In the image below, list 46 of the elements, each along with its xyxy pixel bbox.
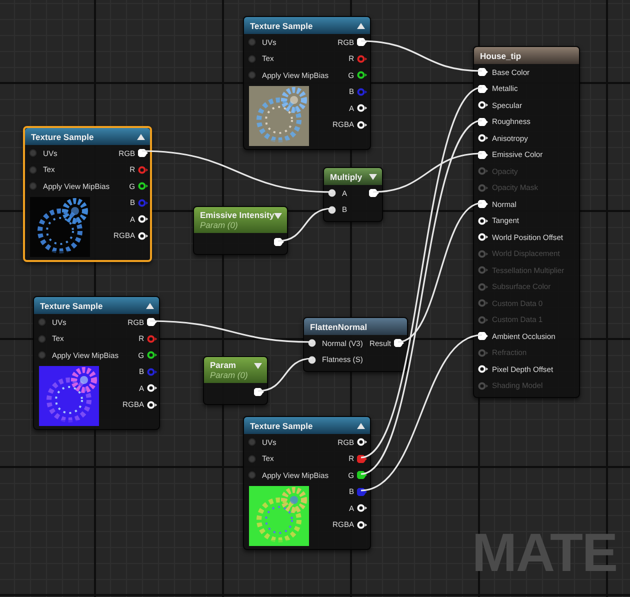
node-title: House_tip bbox=[480, 50, 522, 60]
pin-icon[interactable] bbox=[357, 438, 368, 446]
node-title: Texture Sample bbox=[250, 20, 314, 30]
pin-icon[interactable] bbox=[147, 351, 158, 360]
pin-icon[interactable] bbox=[328, 206, 338, 214]
node-title: Texture Sample bbox=[250, 420, 314, 430]
pin-icon[interactable] bbox=[138, 232, 148, 240]
pin-icon[interactable] bbox=[357, 520, 368, 529]
collapse-arrow-icon[interactable] bbox=[369, 174, 377, 180]
collapse-arrow-icon[interactable] bbox=[146, 303, 154, 309]
node-title: Texture Sample bbox=[40, 300, 104, 310]
node-title: Multiply bbox=[330, 172, 364, 182]
collapse-arrow-icon[interactable] bbox=[274, 213, 282, 219]
node-title: FlattenNormal bbox=[310, 322, 368, 332]
wire bbox=[258, 358, 312, 392]
node-subtitle: Param (0) bbox=[210, 370, 249, 380]
pin-icon[interactable] bbox=[357, 104, 368, 112]
pin-icon[interactable] bbox=[147, 384, 158, 392]
pin-icon[interactable] bbox=[478, 216, 488, 225]
collapse-arrow-icon[interactable] bbox=[357, 23, 365, 29]
pin-icon[interactable] bbox=[478, 233, 488, 242]
pin-icon[interactable] bbox=[357, 120, 368, 129]
node-title: Param bbox=[210, 360, 237, 370]
pin-icon[interactable] bbox=[328, 189, 338, 198]
pin-icon[interactable] bbox=[357, 454, 368, 463]
pin-icon[interactable] bbox=[357, 488, 368, 496]
pin-icon[interactable] bbox=[308, 339, 318, 348]
graph-watermark: MATE bbox=[472, 526, 617, 580]
pin-icon[interactable] bbox=[357, 471, 368, 480]
pin-icon[interactable] bbox=[357, 71, 368, 80]
pin-icon[interactable] bbox=[478, 365, 488, 374]
pin-icon[interactable] bbox=[478, 134, 488, 142]
node-subtitle: Param (0) bbox=[200, 220, 239, 230]
pin-icon[interactable] bbox=[147, 400, 158, 409]
pin-icon[interactable] bbox=[308, 356, 318, 364]
node-title: Emissive Intensity bbox=[200, 210, 273, 220]
pin-icon[interactable] bbox=[138, 215, 148, 224]
collapse-arrow-icon[interactable] bbox=[357, 423, 365, 429]
pin-icon[interactable] bbox=[138, 182, 148, 190]
node-card[interactable] bbox=[473, 46, 580, 398]
node-title: Texture Sample bbox=[31, 132, 95, 142]
collapse-arrow-icon[interactable] bbox=[254, 363, 262, 369]
collapse-arrow-icon[interactable] bbox=[137, 134, 145, 140]
pin-icon[interactable] bbox=[478, 101, 488, 110]
wire bbox=[278, 208, 332, 242]
pin-icon[interactable] bbox=[357, 504, 368, 512]
